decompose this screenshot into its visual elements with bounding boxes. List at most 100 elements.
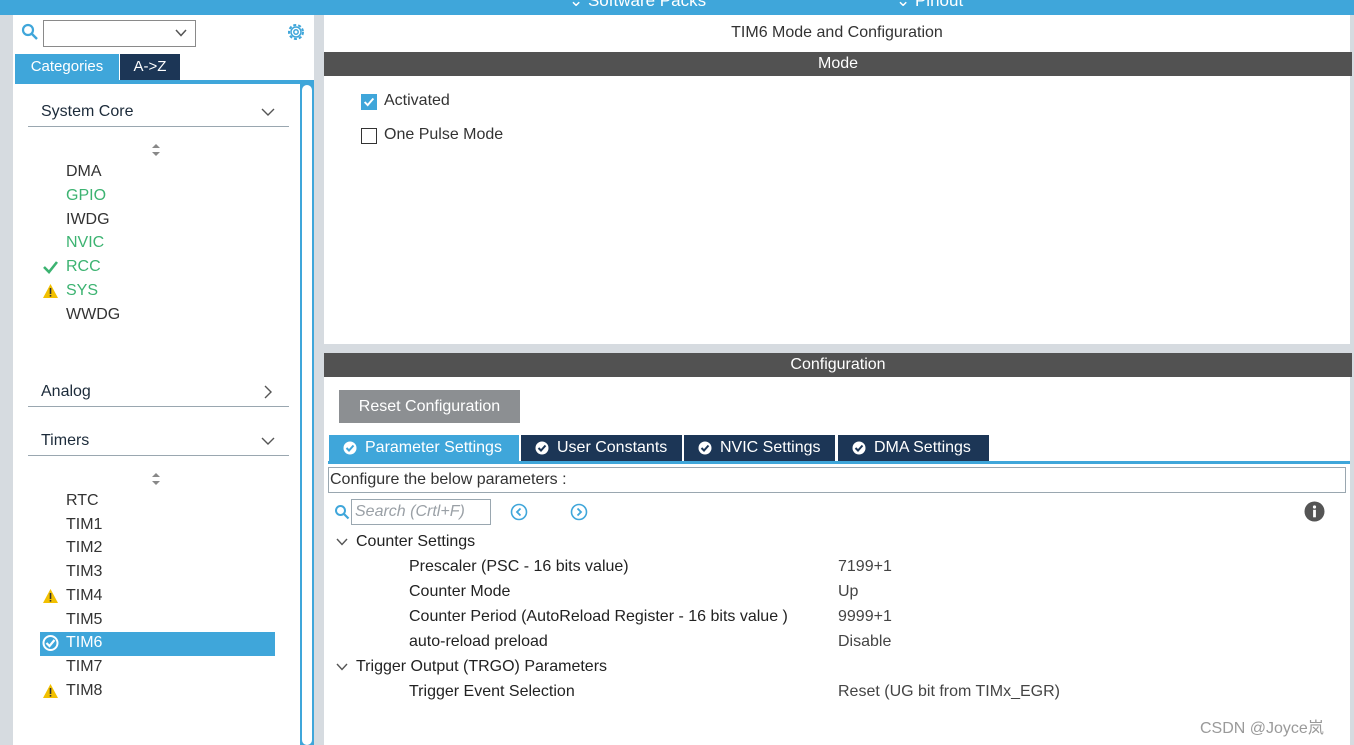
activated-checkbox[interactable] xyxy=(361,94,377,110)
sidebar-item-rtc[interactable]: RTC xyxy=(66,490,99,512)
sidebar-item-iwdg[interactable]: IWDG xyxy=(66,209,110,231)
param-name[interactable]: Prescaler (PSC - 16 bits value) xyxy=(409,555,629,579)
sidebar-scrollbar-thumb[interactable] xyxy=(302,85,312,745)
watermark: CSDN @Joyce岚 xyxy=(1200,720,1324,737)
group-title: Counter Settings xyxy=(356,533,476,550)
chevron-right-circle-icon[interactable] xyxy=(570,503,588,521)
sidebar-item-sys[interactable]: SYS xyxy=(43,280,99,302)
chevron-left-circle-icon[interactable] xyxy=(510,503,528,521)
param-name[interactable]: auto-reload preload xyxy=(409,630,548,654)
param-name[interactable]: Counter Mode xyxy=(409,580,510,604)
left-edge xyxy=(0,15,13,745)
sidebar-item-wwdg[interactable]: WWDG xyxy=(66,304,120,326)
sidebar-item-gpio[interactable]: GPIO xyxy=(66,185,106,207)
tab-label: Parameter Settings xyxy=(365,439,502,456)
item-label: TIM6 xyxy=(66,634,103,651)
section-analog[interactable]: Analog xyxy=(28,379,289,407)
item-label: RTC xyxy=(66,492,99,509)
sort-icon[interactable] xyxy=(150,472,162,486)
section-timers[interactable]: Timers xyxy=(28,428,289,456)
param-name[interactable]: Trigger Event Selection xyxy=(409,680,575,704)
software-packs-menu[interactable]: ⌄ Software Packs xyxy=(569,0,706,11)
info-icon[interactable] xyxy=(1304,501,1325,522)
sidebar-item-dma[interactable]: DMA xyxy=(66,161,102,183)
section-system-core[interactable]: System Core xyxy=(28,99,289,127)
gear-icon[interactable] xyxy=(285,21,307,43)
panel-separator[interactable] xyxy=(324,344,1354,353)
search-icon[interactable] xyxy=(21,23,39,41)
warning-icon xyxy=(43,684,58,698)
mode-area: Activated One Pulse Mode xyxy=(324,75,1350,345)
search-select[interactable] xyxy=(43,20,196,47)
check-circle-icon xyxy=(343,441,357,455)
chevron-down-icon xyxy=(261,108,275,116)
item-label: TIM4 xyxy=(66,587,103,604)
panel-splitter[interactable] xyxy=(314,15,324,745)
activated-label: Activated xyxy=(384,92,450,109)
item-label: DMA xyxy=(66,163,102,180)
tab-user-constants[interactable]: User Constants xyxy=(521,435,682,461)
sidebar-item-nvic[interactable]: NVIC xyxy=(66,232,104,254)
param-value[interactable]: Reset (UG bit from TIMx_EGR) xyxy=(838,680,1060,704)
parameter-search-input[interactable]: Search (Crtl+F) xyxy=(351,499,491,525)
tab-dma-settings[interactable]: DMA Settings xyxy=(838,435,989,461)
warning-icon xyxy=(43,284,58,298)
section-label: Analog xyxy=(41,383,91,400)
sidebar-item-tim3[interactable]: TIM3 xyxy=(66,561,102,583)
configure-hint: Configure the below parameters : xyxy=(328,467,1346,493)
main-panel: TIM6 Mode and Configuration Mode Activat… xyxy=(324,15,1354,745)
tab-parameter-settings[interactable]: Parameter Settings xyxy=(329,435,519,461)
param-value[interactable]: Disable xyxy=(838,630,891,654)
tab-label: DMA Settings xyxy=(874,439,971,456)
item-label: TIM5 xyxy=(66,611,103,628)
mode-header: Mode xyxy=(324,52,1352,76)
group-title: Trigger Output (TRGO) Parameters xyxy=(356,658,608,675)
warning-icon xyxy=(43,589,58,603)
sidebar-item-tim2[interactable]: TIM2 xyxy=(66,537,102,559)
page-title: TIM6 Mode and Configuration xyxy=(731,24,943,41)
item-label: TIM2 xyxy=(66,539,103,556)
section-label: System Core xyxy=(41,103,134,120)
pinout-menu[interactable]: ⌄ Pinout xyxy=(896,0,963,11)
sidebar-item-tim7[interactable]: TIM7 xyxy=(66,656,102,678)
sidebar-item-tim1[interactable]: TIM1 xyxy=(66,514,102,536)
configuration-header: Configuration xyxy=(324,353,1352,377)
tab-categories[interactable]: Categories xyxy=(15,54,119,80)
sidebar-item-tim5[interactable]: TIM5 xyxy=(66,609,102,631)
check-circle-icon xyxy=(42,635,59,651)
chevron-down-icon xyxy=(175,29,187,37)
sidebar: Categories A->Z System Core DMA GPIO IWD… xyxy=(13,15,314,745)
sort-icon[interactable] xyxy=(150,143,162,157)
item-label: TIM7 xyxy=(66,658,103,675)
sidebar-item-tim8[interactable]: TIM8 xyxy=(43,680,102,702)
search-icon[interactable] xyxy=(334,504,350,520)
item-label: RCC xyxy=(66,258,101,275)
item-label: SYS xyxy=(66,282,99,299)
one-pulse-mode-label: One Pulse Mode xyxy=(384,126,504,143)
tab-label: User Constants xyxy=(557,439,668,456)
item-label: TIM1 xyxy=(66,516,103,533)
tab-underline xyxy=(328,461,1350,464)
check-icon xyxy=(43,261,59,274)
param-name[interactable]: Counter Period (AutoReload Register - 16… xyxy=(409,605,788,629)
tab-a-z[interactable]: A->Z xyxy=(120,54,180,80)
section-label: Timers xyxy=(41,432,90,449)
item-label: TIM3 xyxy=(66,563,103,580)
sidebar-item-tim4[interactable]: TIM4 xyxy=(43,585,103,607)
tab-nvic-settings[interactable]: NVIC Settings xyxy=(684,435,835,461)
item-label: NVIC xyxy=(66,234,105,251)
chevron-down-icon xyxy=(336,538,348,546)
tab-underline xyxy=(15,80,314,84)
one-pulse-mode-checkbox[interactable] xyxy=(361,128,377,144)
param-value[interactable]: 9999+1 xyxy=(838,605,892,629)
param-value[interactable]: Up xyxy=(838,580,858,604)
sidebar-item-rcc[interactable]: RCC xyxy=(43,256,101,278)
check-circle-icon xyxy=(535,441,549,455)
check-circle-icon xyxy=(852,441,866,455)
check-circle-icon xyxy=(698,441,712,455)
reset-configuration-button[interactable]: Reset Configuration xyxy=(339,390,520,423)
item-label: GPIO xyxy=(66,187,107,204)
check-icon xyxy=(363,97,375,107)
sidebar-item-tim6[interactable]: TIM6 xyxy=(42,632,103,654)
param-value[interactable]: 7199+1 xyxy=(838,555,892,579)
